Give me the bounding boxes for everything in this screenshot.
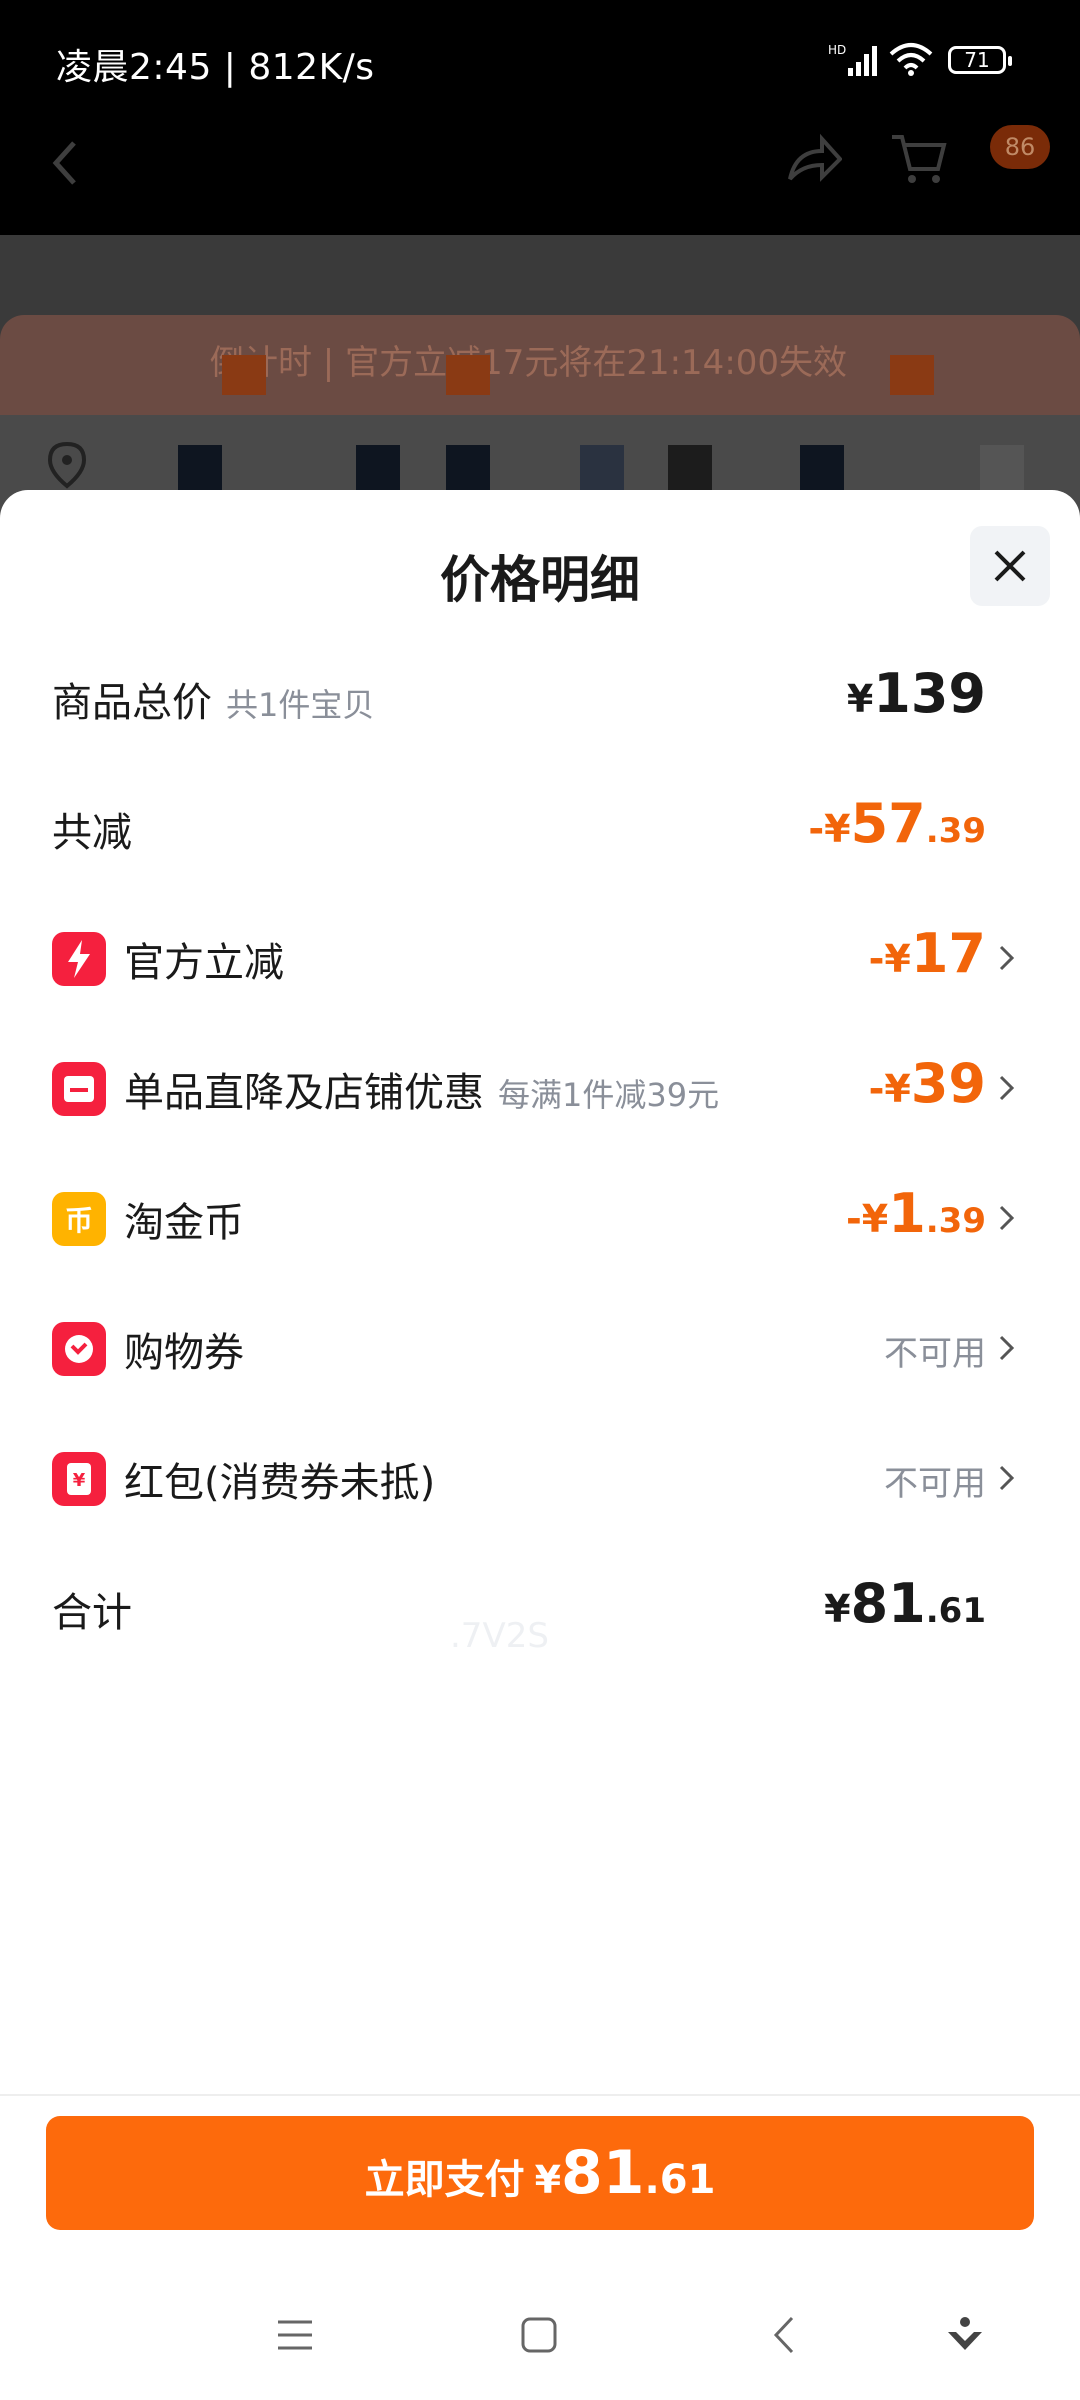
countdown-banner-text: 倒计时 | 官方立减17元将在21:14:00失效 bbox=[210, 343, 848, 383]
pay-bar: 立即支付 ¥81.61 bbox=[0, 2094, 1080, 2272]
battery-icon: 71 bbox=[948, 46, 1012, 74]
row-shopping-coupon[interactable]: 购物券 不可用 bbox=[0, 1298, 1080, 1398]
app-header-dimmed: 86 bbox=[0, 125, 1080, 235]
pay-amount: 81 bbox=[561, 2138, 645, 2208]
row-label: 官方立减 bbox=[124, 940, 284, 986]
chevron-right-icon bbox=[999, 945, 1015, 971]
promo-chip bbox=[446, 355, 490, 395]
row-sub: 每满1件减39元 bbox=[498, 1076, 720, 1114]
promo-chip bbox=[222, 355, 266, 395]
pay-currency: ¥ bbox=[534, 2158, 562, 2202]
row-label: 商品总价 共1件宝贝 bbox=[52, 680, 375, 726]
svg-text:HD: HD bbox=[828, 43, 846, 57]
row-label: 购物券 bbox=[124, 1330, 244, 1376]
unavailable-text: 不可用 bbox=[884, 1464, 986, 1504]
red-packet-icon: ¥ bbox=[52, 1452, 106, 1506]
row-value: ¥139 bbox=[846, 662, 986, 725]
chevron-right-icon bbox=[999, 1075, 1015, 1101]
row-value: ¥81.61 bbox=[824, 1572, 986, 1635]
row-total-goods: 商品总价 共1件宝贝 ¥139 bbox=[0, 648, 1080, 748]
shop-icon bbox=[52, 1062, 106, 1116]
assistant-icon[interactable] bbox=[940, 2310, 990, 2360]
pay-button-label: 立即支付 bbox=[364, 2157, 525, 2203]
row-official-discount[interactable]: 官方立减 -¥17 bbox=[0, 908, 1080, 1008]
svg-text:¥: ¥ bbox=[73, 1470, 86, 1491]
row-red-packet[interactable]: ¥ 红包(消费券未抵) 不可用 bbox=[0, 1428, 1080, 1528]
row-grand-total: 合计 ¥81.61 bbox=[0, 1558, 1080, 1658]
price-detail-sheet: 价格明细 商品总价 共1件宝贝 ¥139 共减 -¥57.39 官方立减 -¥17… bbox=[0, 490, 1080, 2270]
pay-decimal: .61 bbox=[644, 2157, 716, 2203]
svg-text:币: 币 bbox=[65, 1204, 93, 1237]
wifi-icon bbox=[889, 43, 933, 76]
back-nav-icon[interactable] bbox=[760, 2310, 810, 2360]
row-taojinbi[interactable]: 币 淘金币 -¥1.39 bbox=[0, 1168, 1080, 1268]
row-shop-discount[interactable]: 单品直降及店铺优惠 每满1件减39元 -¥39 bbox=[0, 1038, 1080, 1138]
status-bar: 凌晨2:45 | 812K/s HD 71 bbox=[0, 0, 1080, 125]
chevron-right-icon bbox=[999, 1465, 1015, 1491]
close-icon bbox=[994, 550, 1026, 582]
location-pin-icon bbox=[47, 441, 87, 489]
unavailable-text: 不可用 bbox=[884, 1334, 986, 1374]
chevron-right-icon bbox=[999, 1205, 1015, 1231]
menu-icon[interactable] bbox=[270, 2310, 320, 2360]
row-total-discount: 共减 -¥57.39 bbox=[0, 778, 1080, 878]
signal-icon: HD bbox=[828, 43, 877, 76]
lightning-icon bbox=[52, 932, 106, 986]
cart-badge: 86 bbox=[990, 125, 1050, 169]
close-button[interactable] bbox=[970, 526, 1050, 606]
row-label: 共减 bbox=[52, 810, 132, 856]
coin-icon: 币 bbox=[52, 1192, 106, 1246]
row-label: 合计 bbox=[52, 1590, 132, 1636]
pay-now-button[interactable]: 立即支付 ¥81.61 bbox=[46, 2116, 1034, 2230]
row-sub: 共1件宝贝 bbox=[226, 686, 375, 724]
cart-icon bbox=[892, 135, 947, 183]
row-value: -¥57.39 bbox=[808, 792, 986, 855]
row-label: 淘金币 bbox=[124, 1200, 244, 1246]
back-icon bbox=[52, 141, 76, 185]
status-time: 凌晨2:45 | 812K/s bbox=[56, 47, 375, 88]
home-icon[interactable] bbox=[514, 2310, 564, 2360]
row-value: -¥1.39 bbox=[845, 1182, 986, 1245]
sheet-title: 价格明细 bbox=[440, 551, 640, 609]
system-nav-bar bbox=[0, 2270, 1080, 2400]
row-value: -¥39 bbox=[868, 1052, 986, 1115]
row-label: 单品直降及店铺优惠 每满1件减39元 bbox=[124, 1070, 720, 1116]
coupon-icon bbox=[52, 1322, 106, 1376]
share-icon bbox=[788, 133, 842, 182]
row-value: -¥17 bbox=[868, 922, 986, 985]
row-label: 红包(消费券未抵) bbox=[124, 1460, 436, 1506]
chevron-right-icon bbox=[999, 1335, 1015, 1361]
promo-chip bbox=[890, 355, 934, 395]
